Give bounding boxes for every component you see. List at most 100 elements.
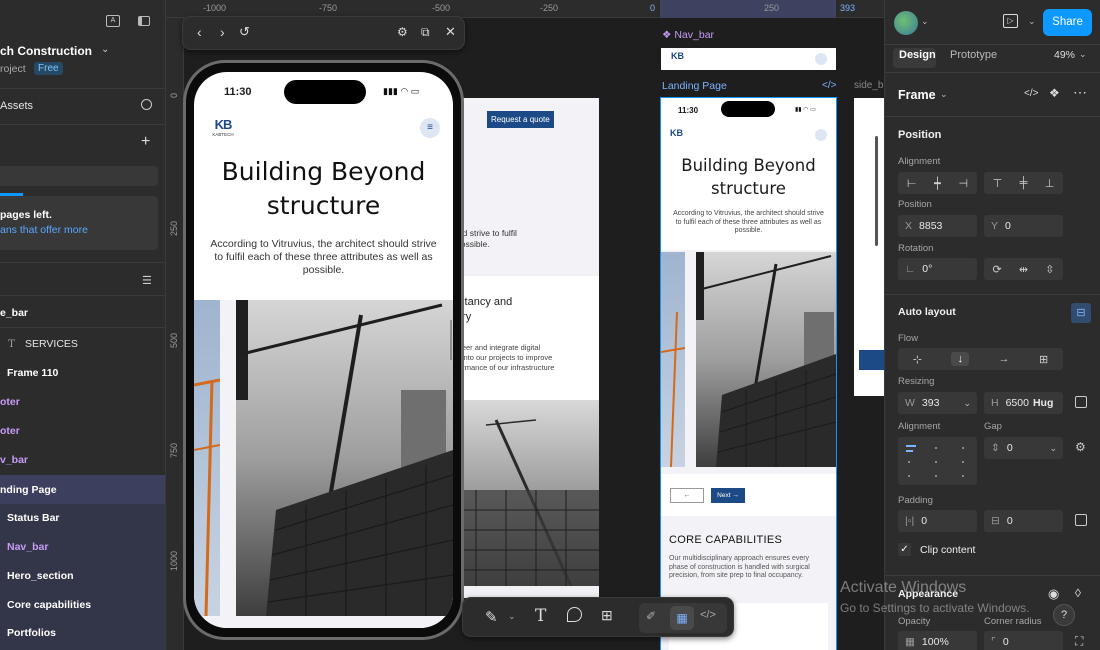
flow-vertical-icon[interactable]: ↓	[951, 352, 969, 366]
desktop-frame[interactable]: Request a quote uld strive to fulfil pos…	[456, 98, 599, 598]
side-bar-frame[interactable]	[854, 98, 884, 396]
component-icon[interactable]: ❖	[1049, 86, 1060, 100]
back-icon[interactable]: ‹	[197, 24, 202, 40]
opacity-field[interactable]: ▦ 100%	[898, 631, 977, 650]
layer-hero-section[interactable]: Hero_section	[0, 561, 165, 590]
present-icon[interactable]: ▷	[1003, 14, 1018, 28]
chevron-down-icon[interactable]: ⌄	[1028, 16, 1036, 27]
layout-settings-icon[interactable]: ⚙	[1075, 440, 1086, 454]
hug-mode[interactable]: Hug	[1033, 397, 1053, 409]
close-icon[interactable]: ✕	[445, 24, 456, 40]
flow-horizontal-icon[interactable]: →	[999, 353, 1010, 365]
auto-layout-toggle-icon[interactable]: ⊟	[1071, 303, 1091, 323]
project-name[interactable]: ch Construction	[0, 44, 92, 58]
layer-core-capabilities[interactable]: Core capabilities	[0, 590, 165, 619]
align-top-icon[interactable]: ⊤	[993, 177, 1003, 190]
tab-prototype[interactable]: Prototype	[950, 49, 997, 61]
vertical-scrollbar[interactable]	[875, 136, 878, 246]
landing-page-frame[interactable]: 11:30 ▮▮ ◠ ▭ KB Building Beyond structur…	[660, 97, 837, 650]
menu-icon[interactable]	[815, 129, 827, 141]
text-tool-icon[interactable]: T	[535, 606, 546, 626]
assets-tab[interactable]: Assets	[0, 100, 33, 112]
open-external-icon[interactable]: ⧉	[421, 25, 430, 40]
vertical-padding-field[interactable]: ⊟ 0	[984, 510, 1063, 532]
chevron-down-icon[interactable]: ⌄	[940, 89, 948, 100]
actions-icon[interactable]: ⊞	[601, 607, 613, 624]
rotate-icon[interactable]: ⟳	[993, 263, 1002, 276]
flip-horizontal-icon[interactable]: ⇹	[1019, 263, 1028, 276]
design-mode-icon[interactable]: ▦	[670, 606, 694, 630]
layer-portfolios[interactable]: Portfolios	[0, 618, 165, 647]
next-button[interactable]: Next →	[711, 488, 745, 503]
request-quote-button[interactable]: Request a quote	[487, 111, 554, 128]
chevron-down-icon[interactable]: ⌄	[921, 16, 929, 27]
side-bar-frame-label[interactable]: side_b	[854, 80, 883, 91]
y-position-field[interactable]: Y0	[984, 215, 1063, 237]
share-button[interactable]: Share	[1043, 9, 1092, 36]
search-icon[interactable]	[141, 99, 152, 110]
kabtech-logo[interactable]: KB KABTECH	[207, 118, 239, 140]
align-left-icon[interactable]: ⊢	[907, 177, 917, 190]
layer-status-bar[interactable]: Status Bar	[0, 503, 165, 532]
corner-radius-field[interactable]: ⌜ 0	[984, 631, 1063, 650]
zoom-level[interactable]: 49%	[1054, 49, 1075, 61]
flow-free-icon[interactable]: ⊹	[913, 353, 922, 366]
upgrade-link[interactable]: ans that offer more	[0, 224, 88, 236]
page-item[interactable]	[0, 166, 158, 186]
code-icon[interactable]: </>	[1024, 88, 1038, 99]
flow-grid-icon[interactable]: ⊞	[1039, 353, 1048, 366]
prev-button[interactable]: ←	[670, 488, 704, 503]
more-options-icon[interactable]: ⋯	[1073, 84, 1087, 101]
menu-icon[interactable]	[815, 53, 827, 65]
resize-to-fit-icon[interactable]	[1075, 396, 1087, 408]
rotation-field[interactable]: ∟ 0°	[898, 258, 977, 280]
settings-sliders-icon[interactable]: ⚙	[397, 25, 408, 39]
blend-mode-icon[interactable]: ◊	[1075, 586, 1081, 600]
gap-field[interactable]: ⇕ 0 ⌄	[984, 437, 1063, 459]
align-bottom-icon[interactable]: ⊥	[1045, 177, 1055, 190]
phone-screen[interactable]: 11:30 ▮▮▮ ◠ ▭ KB KABTECH ≡ Building Beyo…	[194, 72, 453, 628]
alignment-grid[interactable]	[898, 437, 977, 485]
width-field[interactable]: W 393 ⌄	[898, 392, 977, 414]
x-position-field[interactable]: X 8853	[898, 215, 977, 237]
layer-side-bar[interactable]: e_bar	[0, 298, 165, 327]
height-field[interactable]: H 6500 Hug	[984, 392, 1063, 414]
landing-page-frame-label[interactable]: Landing Page	[662, 80, 727, 92]
independent-corners-icon[interactable]: ⛶	[1075, 634, 1083, 649]
nav-bar-component[interactable]: KB	[661, 48, 836, 70]
nav-bar-frame-label[interactable]: ❖ Nav_bar	[662, 29, 714, 41]
chevron-down-icon[interactable]: ⌄	[1049, 443, 1057, 454]
align-middle-icon[interactable]: ╪	[1020, 177, 1028, 189]
tab-design[interactable]: Design	[899, 49, 936, 61]
sidebar-toggle-icon[interactable]	[138, 16, 150, 26]
menu-icon[interactable]: ≡	[420, 118, 440, 138]
layer-footer[interactable]: oter	[0, 387, 165, 416]
code-icon[interactable]: </>	[822, 80, 836, 91]
avatar[interactable]	[894, 11, 918, 35]
horizontal-padding-field[interactable]: |▫| 0	[898, 510, 977, 532]
help-icon[interactable]: ?	[1053, 604, 1075, 626]
align-center-icon[interactable]: ┿	[934, 177, 941, 190]
chevron-down-icon[interactable]: ⌄	[1079, 49, 1087, 60]
layer-services[interactable]: T SERVICES	[0, 329, 165, 358]
chevron-down-icon[interactable]: ⌄	[101, 44, 109, 55]
canvas[interactable]: -1000 -750 -500 -250 0 250 393 0 250 500…	[166, 0, 884, 650]
comment-tool-icon[interactable]	[567, 607, 582, 622]
chevron-down-icon[interactable]: ⌄	[963, 398, 971, 409]
reload-icon[interactable]: ↺	[239, 24, 250, 40]
dev-mode-icon[interactable]: </>	[700, 609, 716, 621]
ai-icon[interactable]: A	[106, 15, 120, 27]
visibility-eye-icon[interactable]: ◉	[1048, 586, 1059, 602]
add-page-icon[interactable]: +	[141, 133, 150, 151]
layer-landing-page[interactable]: nding Page	[0, 475, 165, 504]
draw-mode-icon[interactable]: ✐	[646, 609, 656, 623]
pen-tool-icon[interactable]: ✎	[485, 608, 498, 626]
frame-type-label[interactable]: Frame	[898, 88, 936, 102]
layer-footer-2[interactable]: oter	[0, 416, 165, 445]
clip-content-checkbox[interactable]: ✓	[898, 543, 911, 556]
forward-icon[interactable]: ›	[220, 24, 225, 40]
layer-nav-bar-child[interactable]: Nav_bar	[0, 532, 165, 561]
individual-padding-icon[interactable]	[1075, 514, 1087, 526]
chevron-down-icon[interactable]: ⌄	[508, 611, 516, 622]
layer-frame-110[interactable]: Frame 110	[0, 358, 165, 387]
